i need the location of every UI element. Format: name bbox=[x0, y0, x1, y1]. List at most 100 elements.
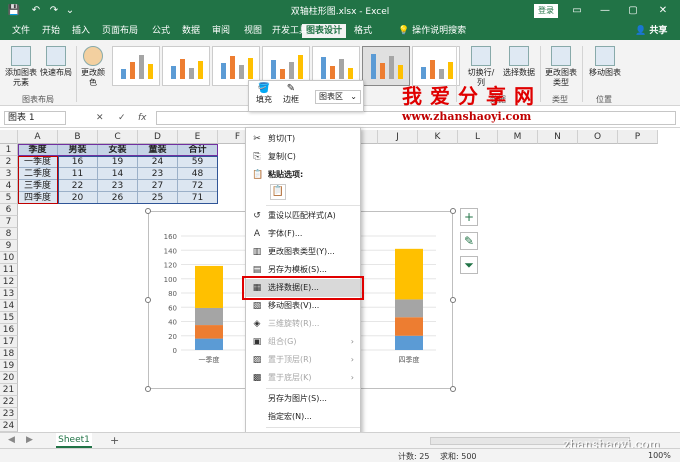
minimize-button[interactable]: — bbox=[594, 2, 616, 20]
table-cell[interactable]: 26 bbox=[98, 192, 138, 204]
tab-0[interactable]: 文件 bbox=[8, 24, 34, 40]
table-cell[interactable]: 11 bbox=[58, 168, 98, 180]
row-header[interactable]: 17 bbox=[0, 336, 18, 348]
close-button[interactable]: ✕ bbox=[652, 2, 674, 20]
bar-segment[interactable] bbox=[395, 317, 423, 336]
table-cell[interactable]: 48 bbox=[178, 168, 218, 180]
table-cell[interactable]: 23 bbox=[98, 180, 138, 192]
chart-style-thumbnail[interactable] bbox=[162, 46, 210, 86]
menu-item-group[interactable]: ▣ 组合(G) › bbox=[246, 333, 360, 351]
table-header-cell[interactable]: 男装 bbox=[58, 144, 98, 156]
outline-button[interactable]: ✎ 边框 bbox=[279, 83, 303, 105]
bar-segment[interactable] bbox=[395, 335, 423, 350]
quick-layout-button[interactable]: 快速布局 bbox=[40, 46, 72, 78]
menu-item-bring-to-front[interactable]: ▨ 置于顶层(R) › bbox=[246, 351, 360, 369]
table-header-cell[interactable]: 合计 bbox=[178, 144, 218, 156]
bar-segment[interactable] bbox=[195, 325, 223, 339]
chart-style-thumbnail[interactable] bbox=[112, 46, 160, 86]
name-box[interactable]: 图表 1 bbox=[4, 111, 66, 125]
enter-icon[interactable]: ✓ bbox=[118, 111, 126, 125]
column-header[interactable]: M bbox=[498, 130, 538, 144]
column-header[interactable]: D bbox=[138, 130, 178, 144]
column-header[interactable]: J bbox=[378, 130, 418, 144]
prev-sheet-icon[interactable]: ◀ bbox=[8, 435, 15, 445]
table-cell[interactable]: 59 bbox=[178, 156, 218, 168]
column-header[interactable]: P bbox=[618, 130, 658, 144]
share-button[interactable]: 👤 共享 bbox=[635, 24, 667, 39]
tab-4[interactable]: 公式 bbox=[148, 24, 174, 40]
table-cell[interactable]: 27 bbox=[138, 180, 178, 192]
row-header[interactable]: 4 bbox=[0, 180, 18, 192]
row-header[interactable]: 8 bbox=[0, 228, 18, 240]
add-sheet-icon[interactable]: + bbox=[110, 434, 119, 447]
change-colors-button[interactable]: 更改颜色 bbox=[80, 46, 106, 88]
row-header[interactable]: 22 bbox=[0, 396, 18, 408]
resize-handle[interactable] bbox=[145, 386, 151, 392]
row-header[interactable]: 2 bbox=[0, 156, 18, 168]
tab-6[interactable]: 审阅 bbox=[208, 24, 234, 40]
tab-1[interactable]: 开始 bbox=[38, 24, 64, 40]
table-cell[interactable]: 24 bbox=[138, 156, 178, 168]
table-cell[interactable]: 25 bbox=[138, 192, 178, 204]
menu-item-change-chart-type[interactable]: ▥ 更改图表类型(Y)... bbox=[246, 243, 360, 261]
select-data-ribbon-button[interactable]: 选择数据 bbox=[502, 46, 536, 78]
tab-5[interactable]: 数据 bbox=[178, 24, 204, 40]
next-sheet-icon[interactable]: ▶ bbox=[26, 435, 33, 445]
row-header[interactable]: 14 bbox=[0, 300, 18, 312]
resize-handle[interactable] bbox=[450, 297, 456, 303]
column-header[interactable]: E bbox=[178, 130, 218, 144]
paste-keep-format-icon[interactable]: 📋 bbox=[270, 184, 286, 200]
menu-item-3d-rotation[interactable]: ◈ 三维旋转(R)... bbox=[246, 315, 360, 333]
table-cell[interactable]: 一季度 bbox=[18, 156, 58, 168]
bar-segment[interactable] bbox=[195, 307, 223, 326]
menu-item-font[interactable]: A 字体(F)... bbox=[246, 225, 360, 243]
ribbon-display-icon[interactable]: ▭ bbox=[566, 2, 588, 20]
row-header[interactable]: 5 bbox=[0, 192, 18, 204]
row-header[interactable]: 11 bbox=[0, 264, 18, 276]
menu-item-paste-options[interactable]: 📋 粘贴选项: bbox=[246, 166, 360, 184]
tab-8[interactable]: 开发工具 bbox=[268, 24, 312, 40]
row-header[interactable]: 7 bbox=[0, 216, 18, 228]
resize-handle[interactable] bbox=[145, 297, 151, 303]
column-header[interactable]: L bbox=[458, 130, 498, 144]
zoom-level[interactable]: 100% bbox=[648, 451, 671, 460]
tab-7[interactable]: 视图 bbox=[240, 24, 266, 40]
table-cell[interactable]: 14 bbox=[98, 168, 138, 180]
row-header[interactable]: 1 bbox=[0, 144, 18, 156]
table-header-cell[interactable]: 童装 bbox=[138, 144, 178, 156]
row-header[interactable]: 18 bbox=[0, 348, 18, 360]
chart-styles-icon[interactable]: ✎ bbox=[460, 232, 478, 250]
row-header[interactable]: 20 bbox=[0, 372, 18, 384]
resize-handle[interactable] bbox=[450, 386, 456, 392]
bar-segment[interactable] bbox=[195, 338, 223, 350]
chart-filters-icon[interactable]: ⏷ bbox=[460, 256, 478, 274]
tell-me-search[interactable]: 💡 操作说明搜索 bbox=[398, 24, 466, 39]
table-cell[interactable]: 二季度 bbox=[18, 168, 58, 180]
chart-element-select[interactable]: 图表区 ⌄ bbox=[315, 90, 361, 104]
table-cell[interactable]: 三季度 bbox=[18, 180, 58, 192]
table-cell[interactable]: 22 bbox=[58, 180, 98, 192]
column-header[interactable]: C bbox=[98, 130, 138, 144]
table-header-cell[interactable]: 季度 bbox=[18, 144, 58, 156]
menu-item-reset-style[interactable]: ↺ 重设以匹配样式(A) bbox=[246, 207, 360, 225]
table-cell[interactable]: 19 bbox=[98, 156, 138, 168]
row-header[interactable]: 9 bbox=[0, 240, 18, 252]
column-header[interactable]: N bbox=[538, 130, 578, 144]
sheet-tab-sheet1[interactable]: Sheet1 bbox=[56, 433, 92, 448]
row-header[interactable]: 24 bbox=[0, 420, 18, 432]
move-chart-button[interactable]: 移动图表 bbox=[588, 46, 622, 78]
row-header[interactable]: 6 bbox=[0, 204, 18, 216]
table-cell[interactable]: 16 bbox=[58, 156, 98, 168]
tab-2[interactable]: 插入 bbox=[68, 24, 94, 40]
resize-handle[interactable] bbox=[450, 208, 456, 214]
column-header[interactable]: O bbox=[578, 130, 618, 144]
row-header[interactable]: 21 bbox=[0, 384, 18, 396]
bar-segment[interactable] bbox=[395, 299, 423, 318]
row-header[interactable]: 16 bbox=[0, 324, 18, 336]
tab-3[interactable]: 页面布局 bbox=[98, 24, 142, 40]
bar-segment[interactable] bbox=[195, 265, 223, 308]
bar-segment[interactable] bbox=[395, 248, 423, 300]
row-header[interactable]: 15 bbox=[0, 312, 18, 324]
resize-handle[interactable] bbox=[145, 208, 151, 214]
table-cell[interactable]: 72 bbox=[178, 180, 218, 192]
